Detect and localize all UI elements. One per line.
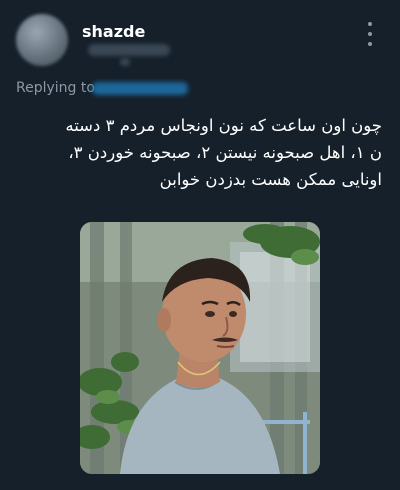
tweet-card[interactable]: shazde Replying to چون اون ساعت که نون ا… (0, 0, 400, 490)
avatar[interactable] (16, 14, 68, 66)
reply-handle-link[interactable] (92, 82, 188, 95)
tweet-text-line: چون اون ساعت که نون اونجاس مردم ۳ دسته (65, 116, 382, 135)
blurred-handle-tail (120, 58, 130, 66)
tweet-text-line: ن ۱، اهل صبحونه نیستن ۲، صبحونه خوردن ۳، (68, 143, 382, 162)
more-dot (368, 42, 372, 46)
tweet-media-image[interactable] (80, 222, 320, 474)
tweet-text: چون اون ساعت که نون اونجاس مردم ۳ دسته ن… (16, 112, 382, 193)
tweet-text-line: اونایی ممکن هست بدزدن خوابن (159, 170, 382, 189)
more-vertical-icon[interactable] (364, 22, 376, 46)
username[interactable]: shazde (82, 22, 145, 41)
meme-photo (80, 222, 320, 474)
more-dot (368, 32, 372, 36)
replying-to-label: Replying to (16, 80, 95, 96)
blurred-handle (88, 44, 170, 56)
more-dot (368, 22, 372, 26)
